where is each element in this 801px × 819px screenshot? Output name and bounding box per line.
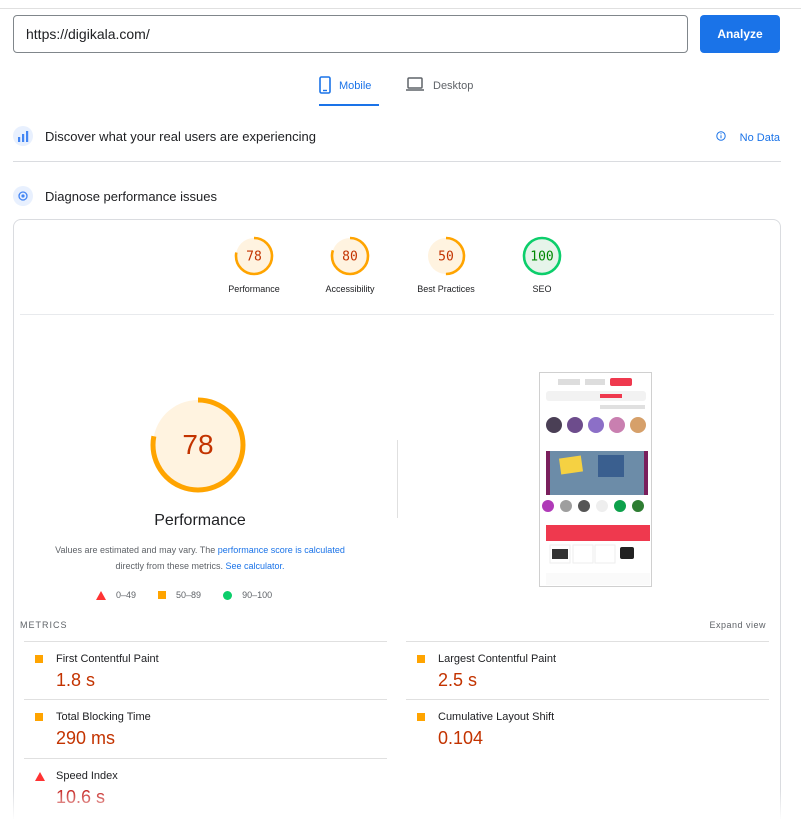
field-data-header: Discover what your real users are experi…	[13, 122, 781, 150]
desc-middle: directly from these metrics.	[115, 561, 226, 571]
triangle-icon	[96, 590, 106, 600]
page-screenshot-thumbnail	[539, 372, 652, 587]
legend-average: 50–89	[158, 590, 201, 600]
main-gauge-score: 78	[182, 429, 213, 460]
top-divider	[0, 8, 801, 9]
metric-value: 290 ms	[56, 728, 116, 748]
calculator-link[interactable]: See calculator.	[225, 561, 284, 571]
tab-desktop-label: Desktop	[433, 80, 474, 92]
category-accessibility[interactable]: 80 Accessibility	[300, 236, 400, 294]
diagnose-title: Diagnose performance issues	[45, 188, 217, 204]
square-icon	[417, 713, 425, 721]
category-score: 80	[342, 250, 358, 265]
metric-value: 0.104	[438, 728, 484, 748]
square-icon	[417, 655, 425, 663]
vertical-divider	[397, 440, 398, 518]
no-data-label: No Data	[739, 131, 780, 144]
device-tabs: Mobile Desktop	[0, 66, 801, 106]
tab-mobile[interactable]: Mobile	[319, 76, 379, 106]
metric-tbt: Total Blocking Time 290 ms	[24, 699, 387, 757]
field-data-title: Discover what your real users are experi…	[45, 128, 316, 144]
phone-icon	[319, 76, 331, 97]
category-label: Accessibility	[325, 284, 375, 294]
section-divider	[13, 161, 781, 162]
diagnose-header: Diagnose performance issues	[13, 182, 781, 210]
square-icon	[35, 655, 43, 663]
metric-lcp: Largest Contentful Paint 2.5 s	[406, 641, 769, 699]
score-legend: 0–49 50–89 90–100	[96, 590, 294, 600]
metric-value: 2.5 s	[438, 670, 478, 690]
url-input[interactable]	[13, 15, 688, 53]
desc-prefix: Values are estimated and may vary. The	[55, 545, 218, 555]
category-seo[interactable]: 100 SEO	[492, 236, 592, 294]
users-chart-icon	[13, 126, 33, 146]
metric-name: Largest Contentful Paint	[438, 653, 557, 665]
category-label: Performance	[228, 284, 280, 294]
triangle-icon	[35, 772, 45, 781]
square-icon	[35, 713, 43, 721]
performance-score-link[interactable]: performance score is calculated	[218, 545, 345, 555]
category-label: Best Practices	[417, 284, 475, 294]
square-icon	[158, 591, 167, 599]
lighthouse-icon	[13, 186, 33, 206]
metric-name: Speed Index	[56, 770, 118, 782]
metric-speed-index: Speed Index 10.6 s	[24, 758, 387, 816]
metrics-header: METRICS	[20, 620, 68, 630]
score-description: Values are estimated and may vary. The p…	[54, 542, 346, 574]
metric-fcp: First Contentful Paint 1.8 s	[24, 641, 387, 699]
main-gauge-title: Performance	[154, 512, 246, 529]
category-label: SEO	[532, 284, 552, 294]
category-best-practices[interactable]: 50 Best Practices	[396, 236, 496, 294]
no-data-indicator: No Data	[715, 131, 780, 144]
metric-value: 1.8 s	[56, 670, 96, 690]
report-card: 78 Performance 80 Accessibility 50 Best …	[13, 219, 781, 819]
metric-cls: Cumulative Layout Shift 0.104	[406, 699, 769, 757]
category-score: 78	[246, 250, 262, 265]
metric-name: First Contentful Paint	[56, 653, 159, 665]
analyze-button[interactable]: Analyze	[700, 15, 780, 53]
tab-desktop[interactable]: Desktop	[405, 76, 473, 106]
info-icon	[715, 131, 726, 144]
circle-icon	[223, 590, 233, 600]
metric-name: Cumulative Layout Shift	[438, 711, 555, 723]
metric-value: 10.6 s	[56, 787, 106, 807]
legend-pass: 90–100	[223, 590, 272, 600]
laptop-icon	[405, 76, 425, 95]
metric-name: Total Blocking Time	[56, 711, 151, 723]
gauges-divider	[20, 314, 774, 315]
category-performance[interactable]: 78 Performance	[204, 236, 304, 294]
legend-fail: 0–49	[96, 590, 136, 600]
tab-mobile-label: Mobile	[339, 80, 372, 92]
performance-main-gauge: 78	[148, 395, 248, 500]
category-score: 100	[530, 250, 553, 265]
category-score: 50	[438, 250, 454, 265]
expand-view-button[interactable]: Expand view	[709, 620, 766, 630]
